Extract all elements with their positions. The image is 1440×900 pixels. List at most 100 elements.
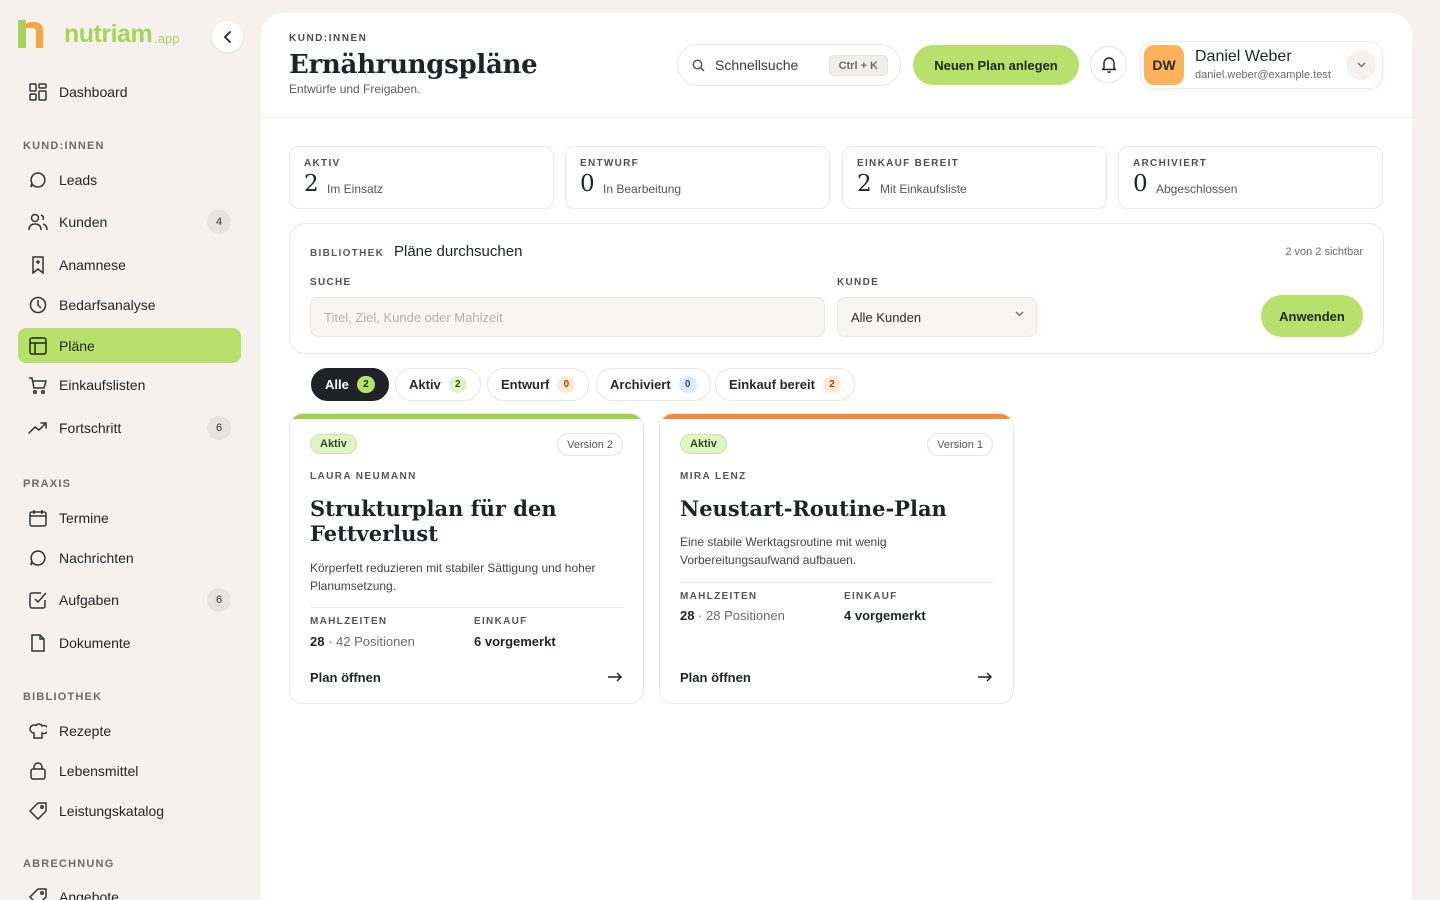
page-header: KUND:INNEN Ernährungspläne Entwürfe und … — [261, 13, 1412, 118]
tab-shopping-ready[interactable]: Einkauf bereit 2 — [715, 368, 855, 401]
page-title: Ernährungspläne — [289, 50, 538, 80]
stat-card-shopping-ready: EINKAUF BEREIT 2 Mit Einkaufsliste — [842, 146, 1107, 209]
stat-description: In Bearbeitung — [603, 182, 682, 196]
dashboard-icon — [28, 82, 48, 102]
apply-filter-button[interactable]: Anwenden — [1261, 295, 1363, 337]
sidebar-item-anamnese[interactable]: Anamnese — [18, 247, 241, 282]
version-badge: Version 1 — [927, 433, 993, 456]
app-logo[interactable]: nutriam .app — [18, 20, 180, 48]
user-menu[interactable]: DW Daniel Weber daniel.weber@example.tes… — [1140, 41, 1383, 89]
quick-search-label: Schnellsuche — [715, 57, 799, 73]
sidebar-item-leistungskatalog[interactable]: Leistungskatalog — [18, 793, 241, 828]
filter-eyebrow: BIBLIOTHEK — [310, 248, 385, 259]
stat-description: Abgeschlossen — [1156, 182, 1238, 196]
sidebar-item-lebensmittel[interactable]: Lebensmittel — [18, 753, 241, 788]
sidebar-item-termine[interactable]: Termine — [18, 500, 241, 535]
sidebar-item-dashboard[interactable]: Dashboard — [18, 74, 241, 109]
open-plan-link[interactable]: Plan öffnen — [680, 670, 751, 685]
check-square-icon — [28, 590, 48, 610]
version-badge: Version 2 — [557, 433, 623, 456]
sidebar-item-label: Fortschritt — [59, 419, 122, 436]
users-icon — [28, 212, 48, 232]
plan-title: Neustart-Routine-Plan — [680, 496, 947, 521]
count-badge: 6 — [207, 416, 231, 440]
tab-archived[interactable]: Archiviert 0 — [596, 368, 711, 401]
tab-draft[interactable]: Entwurf 0 — [487, 368, 590, 401]
positions-count: · 42 Positionen — [328, 634, 415, 649]
shopping-value: 6 vorgemerkt — [474, 634, 556, 649]
user-menu-toggle[interactable] — [1346, 50, 1376, 80]
tab-label: Einkauf bereit — [729, 377, 815, 392]
collapse-sidebar-button[interactable] — [212, 21, 243, 52]
client-select[interactable]: Alle Kunden — [837, 297, 1037, 337]
user-name: Daniel Weber — [1195, 48, 1292, 65]
sidebar-item-label: Aufgaben — [59, 591, 119, 608]
quick-search-button[interactable]: Schnellsuche Ctrl + K — [677, 44, 901, 86]
clock-icon — [28, 295, 48, 315]
keyboard-shortcut: Ctrl + K — [828, 55, 888, 76]
meals-label: MAHLZEITEN — [680, 591, 758, 602]
sidebar-item-kunden[interactable]: Kunden 4 — [18, 204, 241, 239]
sidebar-item-nachrichten[interactable]: Nachrichten — [18, 540, 241, 575]
sidebar-item-einkaufslisten[interactable]: Einkaufslisten — [18, 367, 241, 402]
sidebar-item-aufgaben[interactable]: Aufgaben 6 — [18, 582, 241, 617]
sidebar-item-label: Leistungskatalog — [59, 802, 165, 819]
sidebar-item-label: Einkaufslisten — [59, 376, 146, 393]
stat-value: 0 — [1133, 171, 1148, 197]
stat-value: 2 — [857, 171, 872, 197]
tab-count: 2 — [822, 376, 841, 393]
main-panel: KUND:INNEN Ernährungspläne Entwürfe und … — [261, 13, 1412, 900]
tab-label: Aktiv — [409, 377, 441, 392]
sidebar-item-bedarfsanalyse[interactable]: Bedarfsanalyse — [18, 287, 241, 322]
tab-active[interactable]: Aktiv 2 — [395, 368, 481, 401]
plan-search-input[interactable]: Titel, Ziel, Kunde oder Mahlzeit — [310, 297, 825, 337]
client-label: KUNDE — [837, 277, 880, 288]
stat-value: 2 — [304, 171, 319, 197]
sidebar-item-leads[interactable]: Leads — [18, 162, 241, 197]
filter-title: Pläne durchsuchen — [394, 243, 523, 260]
shopping-cart-icon — [28, 375, 48, 395]
arrow-right-icon — [608, 672, 623, 682]
sidebar-item-rezepte[interactable]: Rezepte — [18, 713, 241, 748]
stat-label: ENTWURF — [580, 158, 640, 169]
client-select-value: Alle Kunden — [851, 309, 922, 325]
new-plan-button[interactable]: Neuen Plan anlegen — [913, 45, 1079, 85]
notifications-button[interactable] — [1090, 46, 1127, 83]
count-badge: 6 — [207, 588, 231, 612]
sidebar-item-label: Dashboard — [59, 83, 128, 100]
sidebar-item-label: Bedarfsanalyse — [59, 296, 156, 313]
search-icon — [692, 59, 705, 72]
sidebar-item-angebote[interactable]: Angebote — [18, 879, 241, 900]
document-icon — [28, 633, 48, 653]
divider — [680, 582, 994, 583]
sidebar-item-label: Termine — [59, 509, 109, 526]
card-accent-bar — [290, 414, 643, 419]
sidebar-item-label: Nachrichten — [59, 549, 134, 566]
sidebar-item-label: Angebote — [59, 888, 119, 900]
arrow-right-icon — [978, 672, 993, 682]
tab-label: Archiviert — [610, 377, 671, 392]
sidebar-item-label: Dokumente — [59, 634, 131, 651]
sidebar-item-dokumente[interactable]: Dokumente — [18, 625, 241, 660]
tag-icon — [28, 887, 48, 900]
sidebar-item-fortschritt[interactable]: Fortschritt 6 — [18, 410, 241, 445]
stat-description: Mit Einkaufsliste — [880, 182, 967, 196]
open-plan-link[interactable]: Plan öffnen — [310, 670, 381, 685]
plan-card[interactable]: Aktiv Version 1 MIRA LENZ Neustart-Routi… — [659, 413, 1014, 704]
stat-label: AKTIV — [304, 158, 341, 169]
user-email: daniel.weber@example.test — [1195, 69, 1331, 81]
bell-icon — [1101, 57, 1116, 73]
message-icon — [28, 548, 48, 568]
status-badge: Aktiv — [680, 434, 727, 454]
page-subtitle: Entwürfe und Freigaben. — [289, 82, 421, 96]
tab-all[interactable]: Alle 2 — [311, 368, 389, 401]
chevron-left-icon — [223, 30, 231, 43]
plan-description: Eine stabile Werktagsroutine mit wenig V… — [680, 535, 887, 567]
plan-title: Strukturplan für den Fettverlust — [310, 496, 557, 546]
visible-count: 2 von 2 sichtbar — [1285, 246, 1363, 258]
sidebar-item-plaene[interactable]: Pläne — [18, 328, 241, 363]
trending-up-icon — [28, 418, 48, 438]
table-icon — [28, 336, 48, 356]
plan-card[interactable]: Aktiv Version 2 LAURA NEUMANN Strukturpl… — [289, 413, 644, 704]
sidebar-item-label: Rezepte — [59, 722, 112, 739]
